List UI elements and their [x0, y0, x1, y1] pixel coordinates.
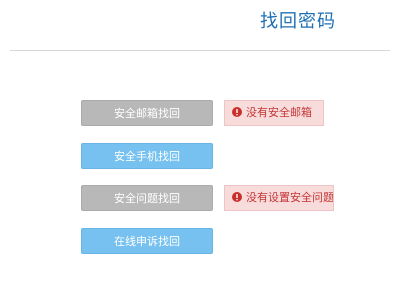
- no-security-email-tip: 没有安全邮箱: [224, 100, 324, 126]
- error-circle-icon: [232, 107, 242, 117]
- error-circle-icon: [232, 192, 242, 202]
- no-security-question-text: 没有设置安全问题: [246, 191, 334, 204]
- no-security-question-tip: 没有设置安全问题: [224, 185, 334, 211]
- page-title: 找回密码: [260, 11, 336, 32]
- no-security-email-text: 没有安全邮箱: [246, 106, 312, 119]
- online-appeal-recovery-button[interactable]: 在线申诉找回: [81, 228, 213, 254]
- security-question-recovery-button[interactable]: 安全问题找回: [81, 185, 213, 211]
- security-phone-recovery-button[interactable]: 安全手机找回: [81, 143, 213, 169]
- divider: [10, 50, 390, 51]
- security-email-recovery-button[interactable]: 安全邮箱找回: [81, 100, 213, 126]
